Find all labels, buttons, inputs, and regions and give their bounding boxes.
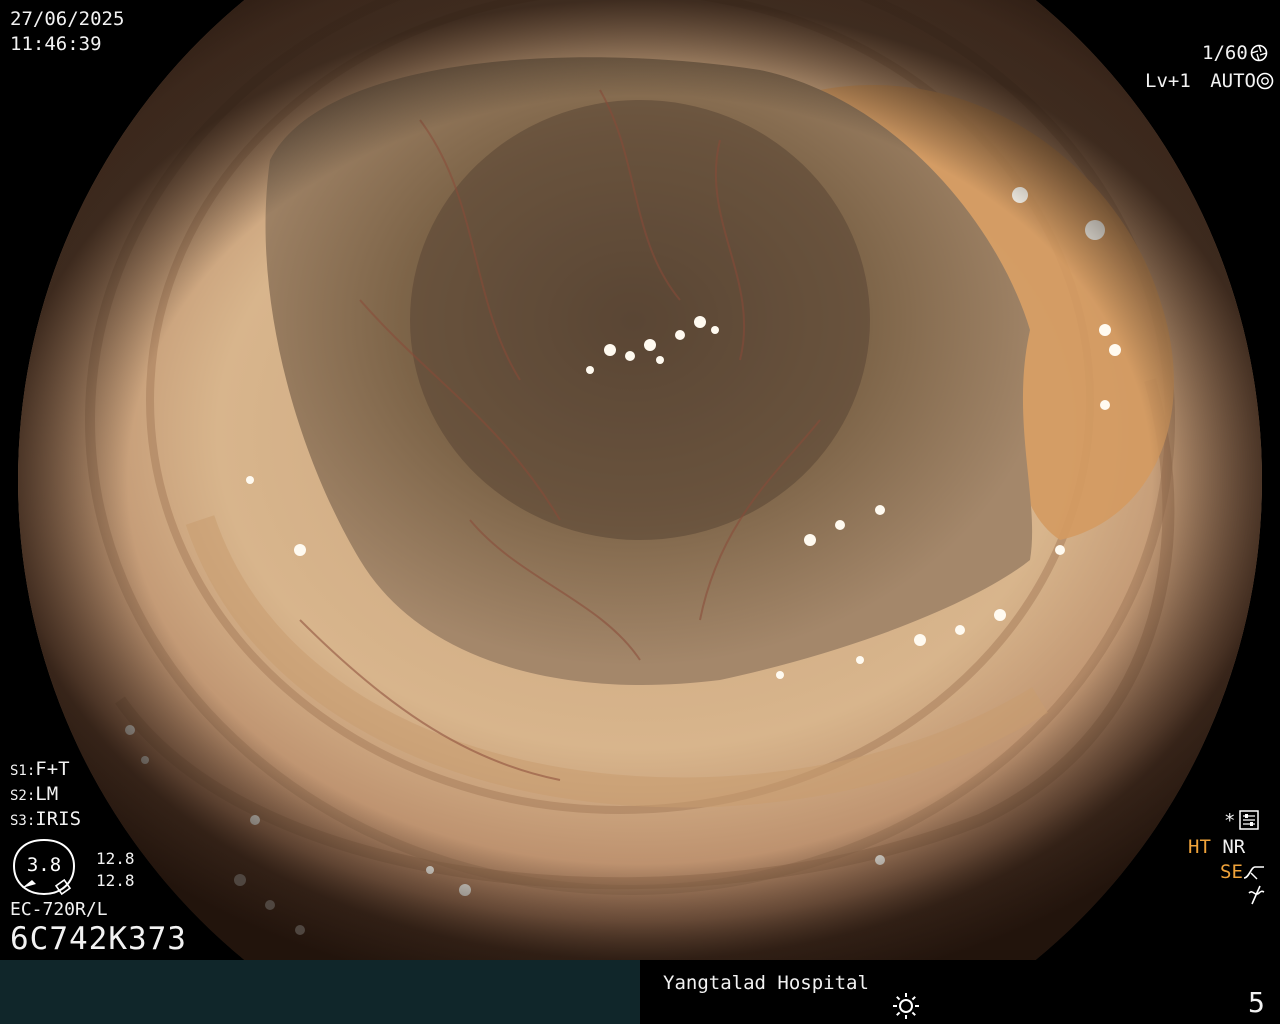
shutter-value: 1/60	[1202, 42, 1248, 64]
setting-s1: S1:F+T	[10, 758, 70, 782]
scope-model: EC-720R/L	[10, 899, 108, 920]
hospital-name: Yangtalad Hospital	[663, 972, 869, 994]
enhance-icon	[1243, 863, 1265, 886]
no-flicker-icon	[1246, 885, 1266, 910]
gauge-value: 3.8	[26, 854, 62, 876]
level-value: Lv+1	[1145, 70, 1191, 92]
setting-s3-key: S3:	[10, 813, 36, 829]
aperture-icon	[1250, 44, 1268, 67]
iris-mode-value: AUTO	[1210, 70, 1256, 92]
setting-s2-key: S2:	[10, 788, 36, 804]
ht-label: HT	[1188, 836, 1211, 858]
setting-s1-key: S1:	[10, 763, 36, 779]
ht-nr-indicator: HT NR	[1188, 836, 1245, 858]
page-number: 5	[1248, 986, 1265, 1019]
footer-left-panel	[0, 960, 640, 1024]
shutter-label: 1/60	[1202, 42, 1268, 67]
setting-s2-value: LM	[35, 783, 59, 805]
asterisk-label: *	[1224, 810, 1236, 832]
scope-serial: 6C742K373	[10, 921, 187, 957]
level-mode-label: Lv+1 AUTO	[1145, 70, 1274, 95]
nr-label: NR	[1222, 836, 1246, 858]
no-flicker-indicator	[1246, 885, 1266, 910]
setting-s3: S3:IRIS	[10, 808, 81, 832]
gauge-lower: 12.8	[96, 871, 135, 890]
menu-indicator: *	[1224, 810, 1260, 835]
light-icon	[892, 992, 920, 1024]
menu-icon	[1239, 810, 1260, 835]
time-label: 11:46:39	[10, 33, 102, 55]
se-label: SE	[1220, 861, 1243, 883]
insertion-gauge: 3.8	[12, 838, 76, 896]
auto-iris-icon	[1256, 72, 1274, 95]
gauge-upper: 12.8	[96, 849, 135, 868]
setting-s2: S2:LM	[10, 783, 58, 807]
se-indicator: SE	[1220, 861, 1265, 886]
endoscopic-image	[0, 0, 1280, 960]
footer-right-panel: Yangtalad Hospital 5	[640, 960, 1280, 1024]
setting-s3-value: IRIS	[35, 808, 82, 830]
setting-s1-value: F+T	[35, 758, 70, 780]
date-label: 27/06/2025	[10, 8, 125, 30]
